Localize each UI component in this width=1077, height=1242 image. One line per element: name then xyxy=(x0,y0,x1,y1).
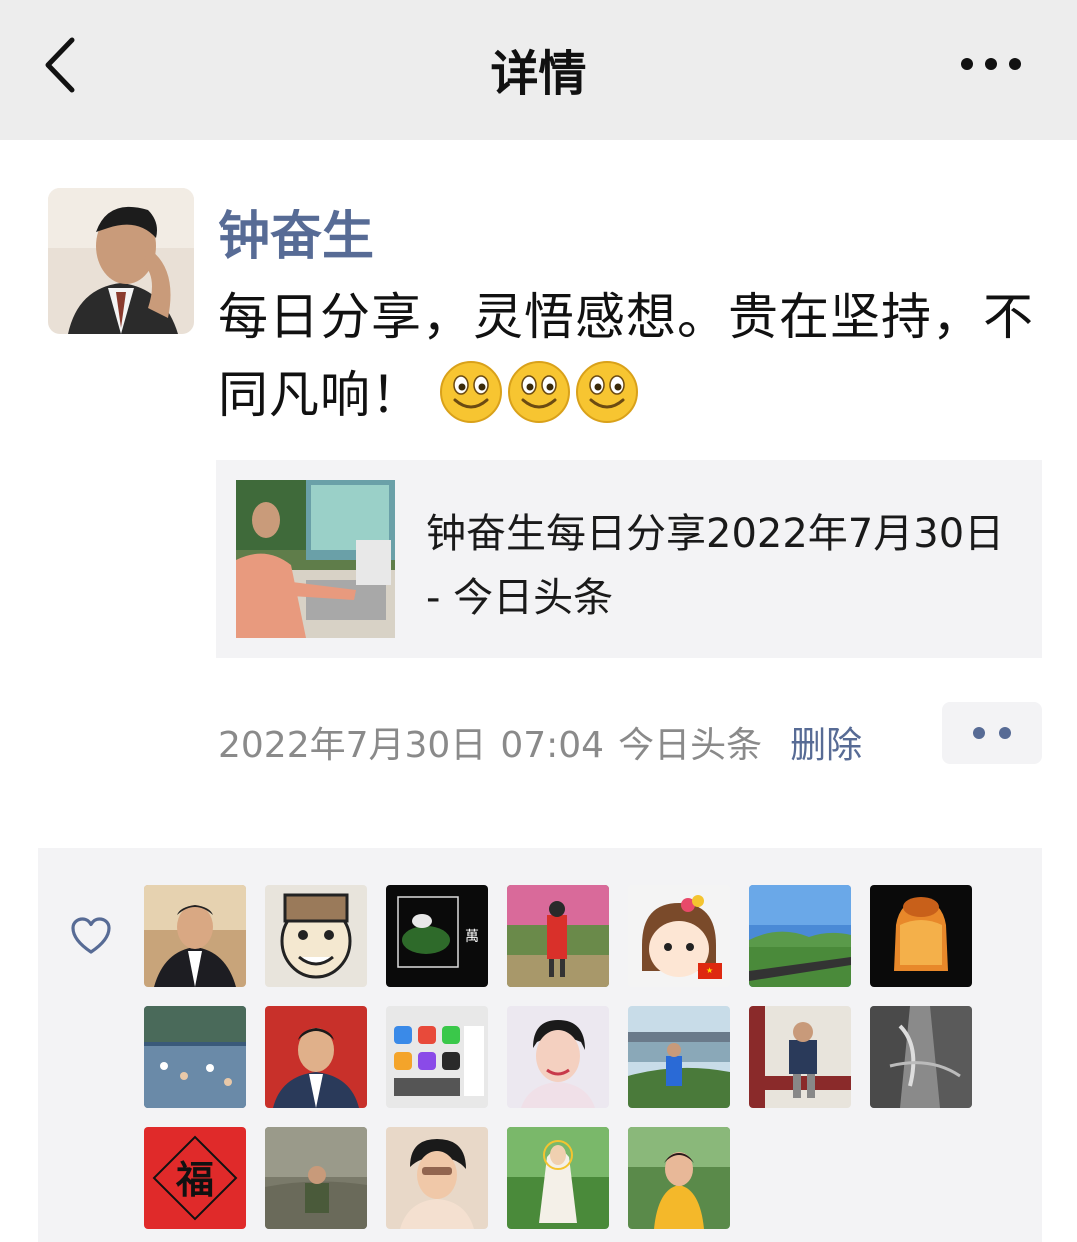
liker-avatar[interactable] xyxy=(265,1006,367,1108)
liker-avatar[interactable] xyxy=(749,1006,851,1108)
liker-avatar[interactable]: 萬 xyxy=(386,885,488,987)
dot-icon xyxy=(973,727,985,739)
liker-avatar[interactable] xyxy=(870,1006,972,1108)
liker-avatar[interactable] xyxy=(507,1006,609,1108)
post-source: 今日头条 xyxy=(618,725,763,766)
liker-avatar[interactable] xyxy=(628,1127,730,1229)
liker-avatar[interactable] xyxy=(265,885,367,987)
svg-text:★: ★ xyxy=(706,966,713,975)
smile-emoji xyxy=(439,361,502,423)
liker-avatar[interactable] xyxy=(144,885,246,987)
liker-avatar[interactable] xyxy=(386,1127,488,1229)
liker-avatar[interactable] xyxy=(265,1127,367,1229)
liker-avatar[interactable] xyxy=(870,885,972,987)
more-horizontal-icon xyxy=(961,58,1021,70)
liker-avatar[interactable] xyxy=(386,1006,488,1108)
page-title: 详情 xyxy=(490,46,587,102)
comment-like-button[interactable] xyxy=(942,702,1042,764)
liker-avatar[interactable]: 福 xyxy=(144,1127,246,1229)
likes-panel: 萬 ★ 福 xyxy=(38,848,1042,1242)
shared-link-card[interactable]: 钟奋生每日分享2022年7月30日 - 今日头条 xyxy=(216,460,1042,658)
link-thumbnail xyxy=(236,480,395,638)
link-title: 钟奋生每日分享2022年7月30日 - 今日头条 xyxy=(426,511,1005,621)
heart-outline-icon xyxy=(71,917,111,954)
liker-avatar[interactable]: ★ xyxy=(628,885,730,987)
smile-emoji xyxy=(507,361,570,423)
post-text: 每日分享，灵悟感想。贵在坚持，不同凡响！ xyxy=(218,278,1048,434)
dot-icon xyxy=(999,727,1011,739)
svg-text:萬: 萬 xyxy=(465,929,479,945)
liker-avatar[interactable] xyxy=(749,885,851,987)
smile-emoji xyxy=(575,361,638,423)
post-date: 2022年7月30日 xyxy=(218,725,487,766)
liker-avatar[interactable] xyxy=(507,1127,609,1229)
author-avatar[interactable] xyxy=(48,188,194,334)
liker-avatar[interactable] xyxy=(144,1006,246,1108)
liker-avatar[interactable] xyxy=(507,885,609,987)
author-name[interactable]: 钟奋生 xyxy=(218,194,374,269)
liker-avatar[interactable] xyxy=(628,1006,730,1108)
more-button[interactable] xyxy=(955,44,1027,84)
post-meta: 2022年7月30日 07:04 今日头条 删除 xyxy=(218,716,876,768)
post-time: 07:04 xyxy=(500,725,605,766)
nav-bar: 详情 xyxy=(0,0,1077,140)
delete-link[interactable]: 删除 xyxy=(790,725,862,766)
svg-text:福: 福 xyxy=(175,1157,214,1202)
